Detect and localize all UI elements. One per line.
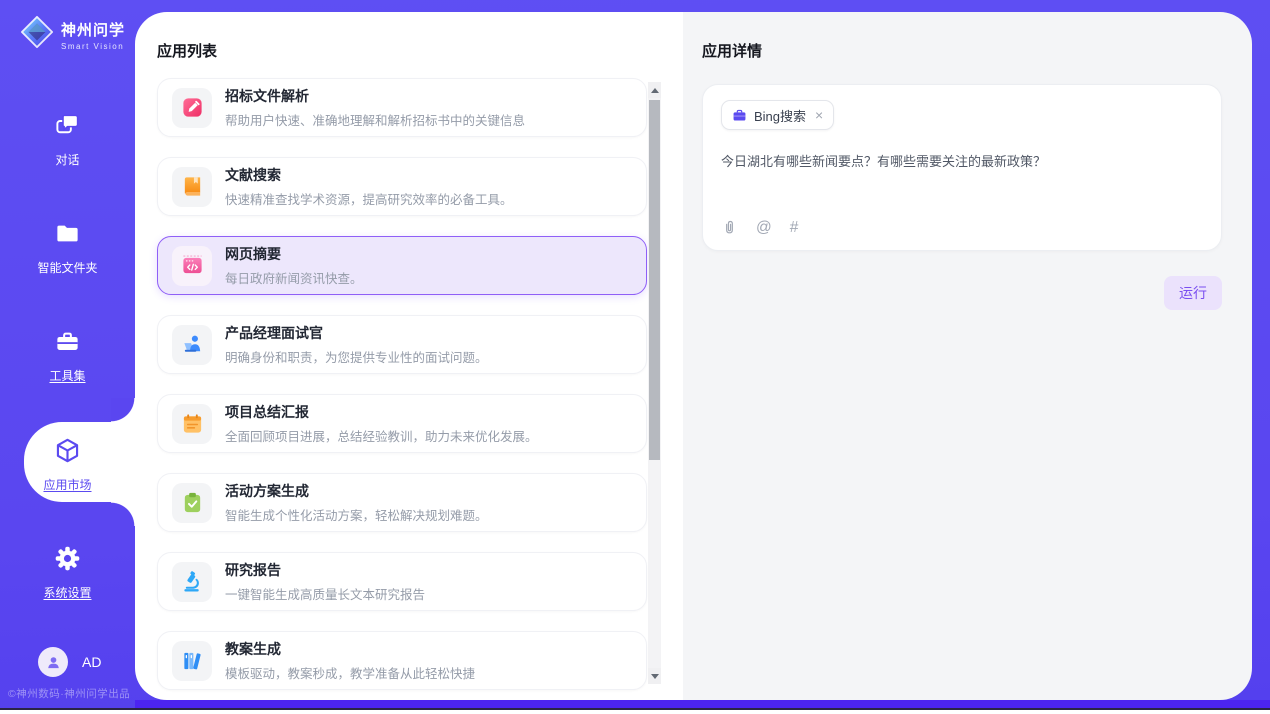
tender-edit-icon	[172, 88, 212, 128]
person-icon	[45, 654, 62, 671]
main-content: 应用列表 招标文件解析 帮助用户快速、准确地理解和解析招标书中的关键信息	[135, 12, 1252, 700]
app-list-title: 应用列表	[157, 40, 683, 61]
app-card-pm-interviewer[interactable]: 产品经理面试官 明确身份和职责，为您提供专业性的面试问题。	[157, 315, 647, 374]
app-card-event-plan[interactable]: 活动方案生成 智能生成个性化活动方案，轻松解决规划难题。	[157, 473, 647, 532]
app-detail-title: 应用详情	[702, 40, 1252, 61]
scrollbar-thumb[interactable]	[649, 100, 660, 460]
run-button[interactable]: 运行	[1164, 276, 1222, 310]
app-card-project-summary[interactable]: 项目总结汇报 全面回顾项目进展，总结经验教训，助力未来优化发展。	[157, 394, 647, 453]
sidebar-item-app-market[interactable]: 应用市场	[0, 437, 135, 493]
app-window: 神州问学 Smart Vision 对话 智能文件夹	[0, 0, 1270, 714]
chat-icon	[54, 112, 81, 139]
triangle-up-icon	[651, 88, 659, 93]
sidebar-item-label: 系统设置	[0, 584, 135, 601]
sidebar-item-toolset[interactable]: 工具集	[0, 328, 135, 384]
report-notepad-icon	[172, 404, 212, 444]
bottom-divider-line	[0, 708, 1270, 710]
app-card-desc: 一键智能生成高质量长文本研究报告	[225, 584, 425, 603]
gear-icon	[54, 545, 81, 572]
app-card-desc: 每日政府新闻资讯快查。	[225, 268, 363, 287]
avatar[interactable]	[38, 647, 68, 677]
hash-icon[interactable]: #	[790, 220, 799, 236]
app-card-name: 项目总结汇报	[225, 402, 538, 422]
attachment-icon[interactable]	[721, 219, 738, 236]
clipboard-check-icon	[172, 483, 212, 523]
sidebar-item-label: 智能文件夹	[0, 259, 135, 276]
app-card-desc: 全面回顾项目进展，总结经验教训，助力未来优化发展。	[225, 426, 538, 445]
sidebar-item-settings[interactable]: 系统设置	[0, 545, 135, 601]
tool-tag-bing-search: Bing搜索 ×	[721, 100, 834, 130]
app-card-name: 网页摘要	[225, 244, 363, 264]
app-card-research-report[interactable]: 研究报告 一键智能生成高质量长文本研究报告	[157, 552, 647, 611]
copyright-footer: ©神州数码·神州问学出品	[8, 686, 130, 701]
books-icon	[172, 641, 212, 681]
app-detail-panel: 应用详情 Bing搜索 × 今日湖北有哪些新闻要点？有哪些需要关注的最新政策？	[683, 12, 1252, 700]
briefcase-icon	[732, 108, 747, 123]
scroll-down-button[interactable]	[648, 668, 661, 684]
query-composer: Bing搜索 × 今日湖北有哪些新闻要点？有哪些需要关注的最新政策？ @ #	[702, 84, 1222, 251]
folder-icon	[54, 220, 81, 247]
app-card-desc: 模板驱动，教案秒成，教学准备从此轻松快捷	[225, 663, 475, 682]
app-card-desc: 快速精准查找学术资源，提高研究效率的必备工具。	[225, 189, 513, 208]
microscope-icon	[172, 562, 212, 602]
cube-icon	[54, 437, 81, 464]
sidebar-item-smart-folder[interactable]: 智能文件夹	[0, 220, 135, 276]
app-card-webpage-summary[interactable]: 网页摘要 每日政府新闻资讯快查。	[157, 236, 647, 295]
sidebar-item-chat[interactable]: 对话	[0, 112, 135, 168]
app-card-tender-analysis[interactable]: 招标文件解析 帮助用户快速、准确地理解和解析招标书中的关键信息	[157, 78, 647, 137]
app-card-name: 招标文件解析	[225, 86, 525, 106]
book-icon	[172, 167, 212, 207]
app-list-panel: 应用列表 招标文件解析 帮助用户快速、准确地理解和解析招标书中的关键信息	[135, 12, 683, 700]
bottom-accent-band	[135, 700, 1270, 708]
app-card-desc: 智能生成个性化活动方案，轻松解决规划难题。	[225, 505, 488, 524]
brand-diamond-icon	[20, 15, 54, 54]
run-row: 运行	[683, 276, 1222, 310]
triangle-down-icon	[651, 674, 659, 679]
brand-name: 神州问学	[61, 22, 125, 39]
user-name: AD	[82, 654, 101, 670]
app-card-name: 活动方案生成	[225, 481, 488, 501]
interviewer-icon	[172, 325, 212, 365]
list-scrollbar[interactable]	[648, 82, 661, 684]
webpage-code-icon	[172, 246, 212, 286]
sidebar-item-label: 应用市场	[0, 476, 135, 493]
app-card-name: 教案生成	[225, 639, 475, 659]
sidebar: 神州问学 Smart Vision 对话 智能文件夹	[0, 0, 135, 708]
close-icon[interactable]: ×	[815, 108, 823, 122]
app-card-lesson-plan[interactable]: 教案生成 模板驱动，教案秒成，教学准备从此轻松快捷	[157, 631, 647, 690]
app-card-desc: 明确身份和职责，为您提供专业性的面试问题。	[225, 347, 488, 366]
sidebar-item-label: 对话	[0, 151, 135, 168]
user-row: AD	[38, 647, 101, 677]
mention-icon[interactable]: @	[756, 220, 772, 236]
briefcase-icon	[54, 328, 81, 355]
scroll-up-button[interactable]	[648, 82, 661, 98]
app-card-desc: 帮助用户快速、准确地理解和解析招标书中的关键信息	[225, 110, 525, 129]
brand-subtitle: Smart Vision	[61, 42, 125, 51]
sidebar-item-label: 工具集	[0, 367, 135, 384]
tool-tag-label: Bing搜索	[754, 106, 806, 125]
composer-toolbar: @ #	[721, 219, 1203, 236]
brand-logo: 神州问学 Smart Vision	[20, 15, 125, 54]
query-input[interactable]: 今日湖北有哪些新闻要点？有哪些需要关注的最新政策？	[721, 153, 1203, 219]
app-card-literature-search[interactable]: 文献搜索 快速精准查找学术资源，提高研究效率的必备工具。	[157, 157, 647, 216]
app-cards: 招标文件解析 帮助用户快速、准确地理解和解析招标书中的关键信息	[157, 78, 647, 690]
app-card-name: 产品经理面试官	[225, 323, 488, 343]
app-card-name: 文献搜索	[225, 165, 513, 185]
app-card-name: 研究报告	[225, 560, 425, 580]
